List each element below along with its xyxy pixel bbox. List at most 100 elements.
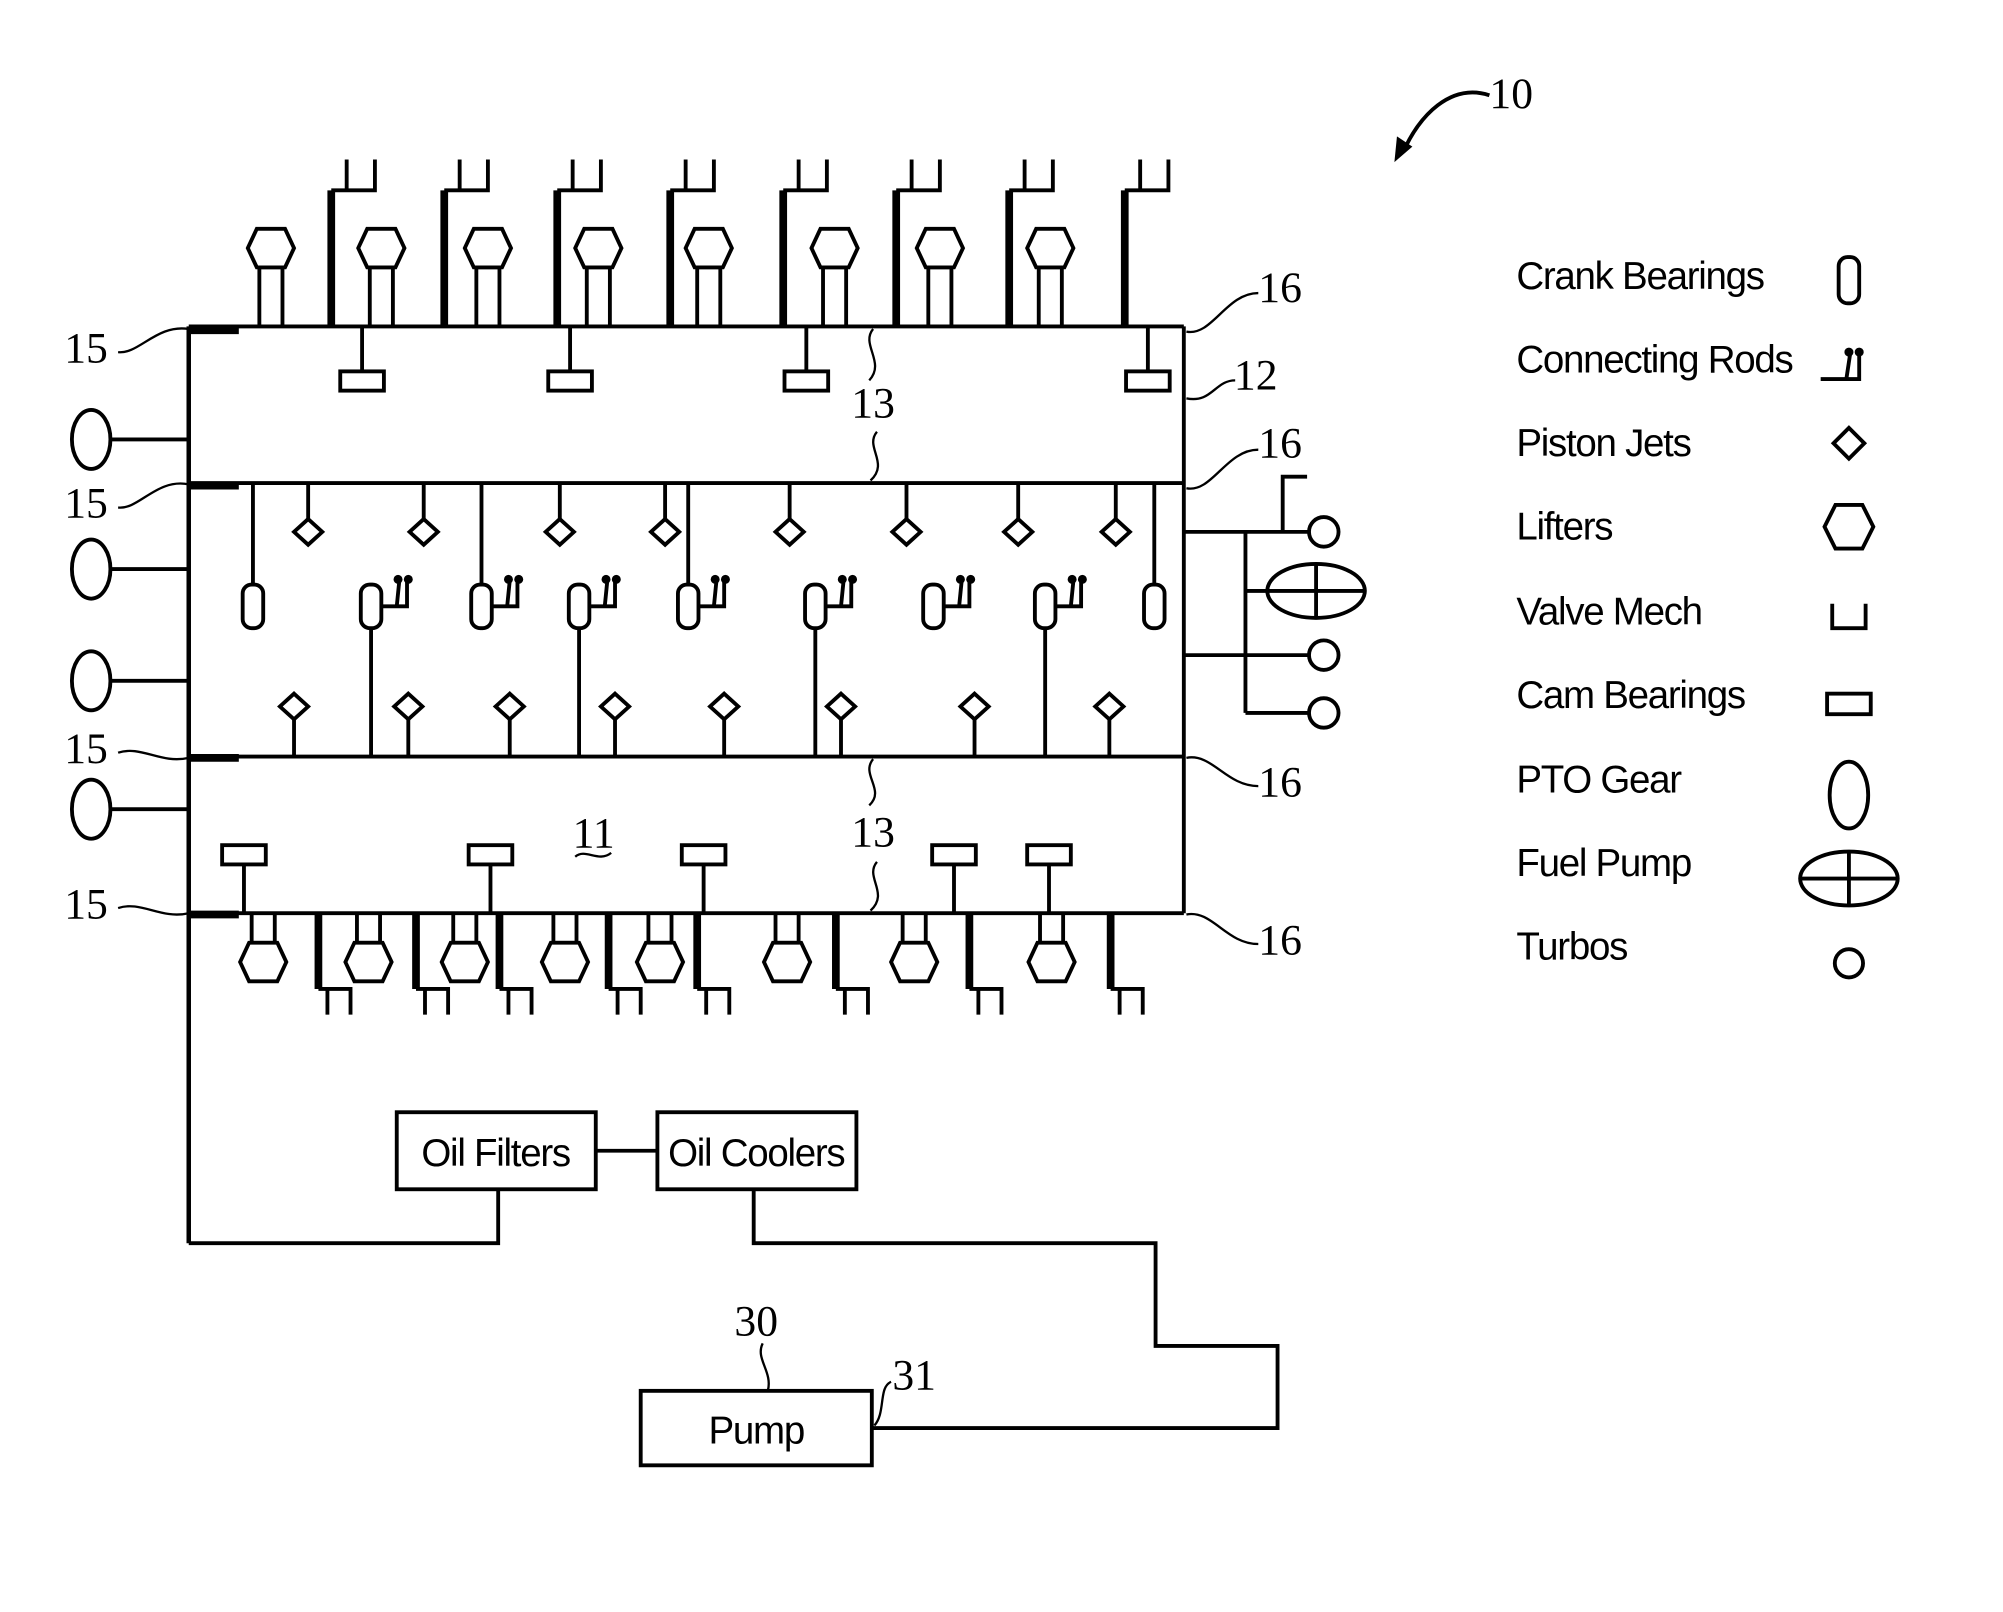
- connecting-rod-icon: [698, 574, 730, 609]
- lifter-icon: [462, 226, 514, 327]
- cam-bearing-icon: [679, 843, 728, 914]
- piston-jet-icon: [824, 691, 858, 757]
- crank-bearing-icon: [240, 582, 266, 631]
- reference-label-15: 15: [64, 480, 108, 528]
- break-wave: [868, 758, 877, 807]
- lifter-icon: [439, 913, 491, 984]
- leader-line: [1186, 912, 1259, 946]
- valve-mech-icon: [495, 913, 534, 1015]
- piston-jet-icon: [542, 483, 577, 548]
- reference-label-12: 12: [1234, 351, 1278, 399]
- lifter-icon: [237, 913, 289, 984]
- piston-jet-icon: [277, 691, 312, 757]
- reference-label-31: 31: [892, 1352, 936, 1400]
- pto-gear-icon: [69, 777, 189, 841]
- lifter-icon: [761, 913, 813, 984]
- leader-line: [873, 1380, 892, 1427]
- legend-item: Valve Mech: [1516, 590, 1868, 633]
- lubrication-system-diagram: 10 13 13 11 15 15 15 15 16 12 16 16 16 O…: [64, 70, 1900, 1468]
- reference-label-13: 13: [851, 380, 895, 428]
- leader-line: [1186, 291, 1259, 333]
- pto-gear-icon: [1827, 759, 1871, 831]
- legend-label: Fuel Pump: [1516, 842, 1691, 885]
- connecting-rod-icon: [491, 574, 524, 609]
- crank-bearing-icon: [358, 582, 384, 631]
- legend-label: Valve Mech: [1516, 590, 1701, 633]
- lifter-icon: [914, 226, 966, 327]
- piston-jet-icon: [957, 691, 992, 757]
- break-wave: [868, 328, 877, 382]
- piston-jet-icon: [707, 691, 742, 757]
- crank-bearing-icon: [1836, 255, 1862, 306]
- legend: Crank Bearings Connecting Rods Piston Jets…: [1516, 255, 1900, 980]
- lifter-icon: [1026, 913, 1077, 984]
- filter-return-line: [188, 1189, 501, 1246]
- reference-label-13: 13: [851, 808, 895, 856]
- break-wave: [869, 861, 880, 912]
- legend-label: Crank Bearings: [1516, 255, 1763, 298]
- fuel-pump-icon: [1798, 849, 1900, 908]
- cam-bearing-icon: [1124, 326, 1172, 393]
- turbo-return: [1280, 474, 1308, 532]
- leader-line: [1186, 448, 1259, 490]
- connecting-rod-icon: [1820, 347, 1864, 382]
- fuel-pump-icon: [1265, 562, 1367, 620]
- lifter-icon: [245, 226, 297, 327]
- legend-label: Piston Jets: [1516, 422, 1690, 465]
- cam-bearing-icon: [930, 843, 978, 914]
- cam-bearing-icon: [466, 843, 515, 914]
- lifter-icon: [1025, 226, 1076, 327]
- piston-jet-icon: [1001, 483, 1036, 548]
- valve-mech-icon: [693, 913, 732, 1015]
- lifter-icon: [683, 226, 734, 327]
- pto-gear-icon: [69, 649, 189, 713]
- oil-filters-label: Oil Filters: [421, 1132, 569, 1175]
- legend-item: Cam Bearings: [1516, 674, 1873, 717]
- turbo-icon: [1832, 947, 1865, 980]
- cam-bearing-icon: [338, 326, 386, 393]
- cam-bearing-icon: [220, 843, 268, 914]
- piston-jet-icon: [1092, 691, 1127, 757]
- cam-bearing-icon: [782, 326, 831, 393]
- accessories: [1183, 474, 1367, 730]
- leader-line: [117, 327, 189, 354]
- reference-arrow: [1401, 90, 1491, 153]
- legend-label: Cam Bearings: [1516, 674, 1745, 717]
- piston-jet-icon: [391, 691, 426, 757]
- break-marks: 13 13: [851, 328, 895, 912]
- legend-label: Lifters: [1516, 506, 1612, 549]
- legend-item: Turbos: [1516, 925, 1865, 980]
- leader-line: [117, 482, 189, 509]
- lifter-icon: [343, 913, 394, 984]
- bottom-cam-bearing-row: [220, 843, 1073, 914]
- connecting-rod-icon: [943, 574, 976, 609]
- legend-item: Crank Bearings: [1516, 255, 1862, 306]
- crank-bearing-icon: [921, 582, 946, 631]
- leader-line: [1186, 756, 1259, 788]
- reference-label-11: 11: [573, 810, 615, 858]
- reference-label-15: 15: [64, 880, 108, 928]
- pto-gear-icon: [69, 407, 189, 471]
- leader-line: [117, 905, 189, 916]
- legend-item: Lifters: [1516, 502, 1876, 551]
- crank-section: [240, 483, 1167, 757]
- lifter-icon: [573, 226, 624, 327]
- piston-jet-icon: [492, 691, 527, 757]
- top-cam-bearing-row: [338, 326, 1172, 393]
- piston-jet-icon: [648, 483, 683, 548]
- legend-item: Connecting Rods: [1516, 339, 1864, 382]
- reference-label-16: 16: [1258, 264, 1302, 312]
- legend-label: PTO Gear: [1516, 759, 1682, 802]
- pto-gear-icon: [69, 537, 189, 601]
- legend-item: Piston Jets: [1516, 422, 1868, 465]
- valve-mech-icon: [832, 913, 870, 1015]
- crank-bearing-icon: [676, 582, 701, 631]
- piston-jet-icon: [291, 483, 326, 548]
- lifter-icon: [809, 226, 860, 327]
- cam-bearing-icon: [1025, 843, 1073, 914]
- connecting-rod-icon: [589, 574, 621, 609]
- piston-jet-icon: [889, 483, 924, 548]
- cam-bearing-icon: [546, 326, 594, 393]
- lifter-icon: [539, 913, 591, 984]
- connecting-rod-icon: [825, 574, 858, 609]
